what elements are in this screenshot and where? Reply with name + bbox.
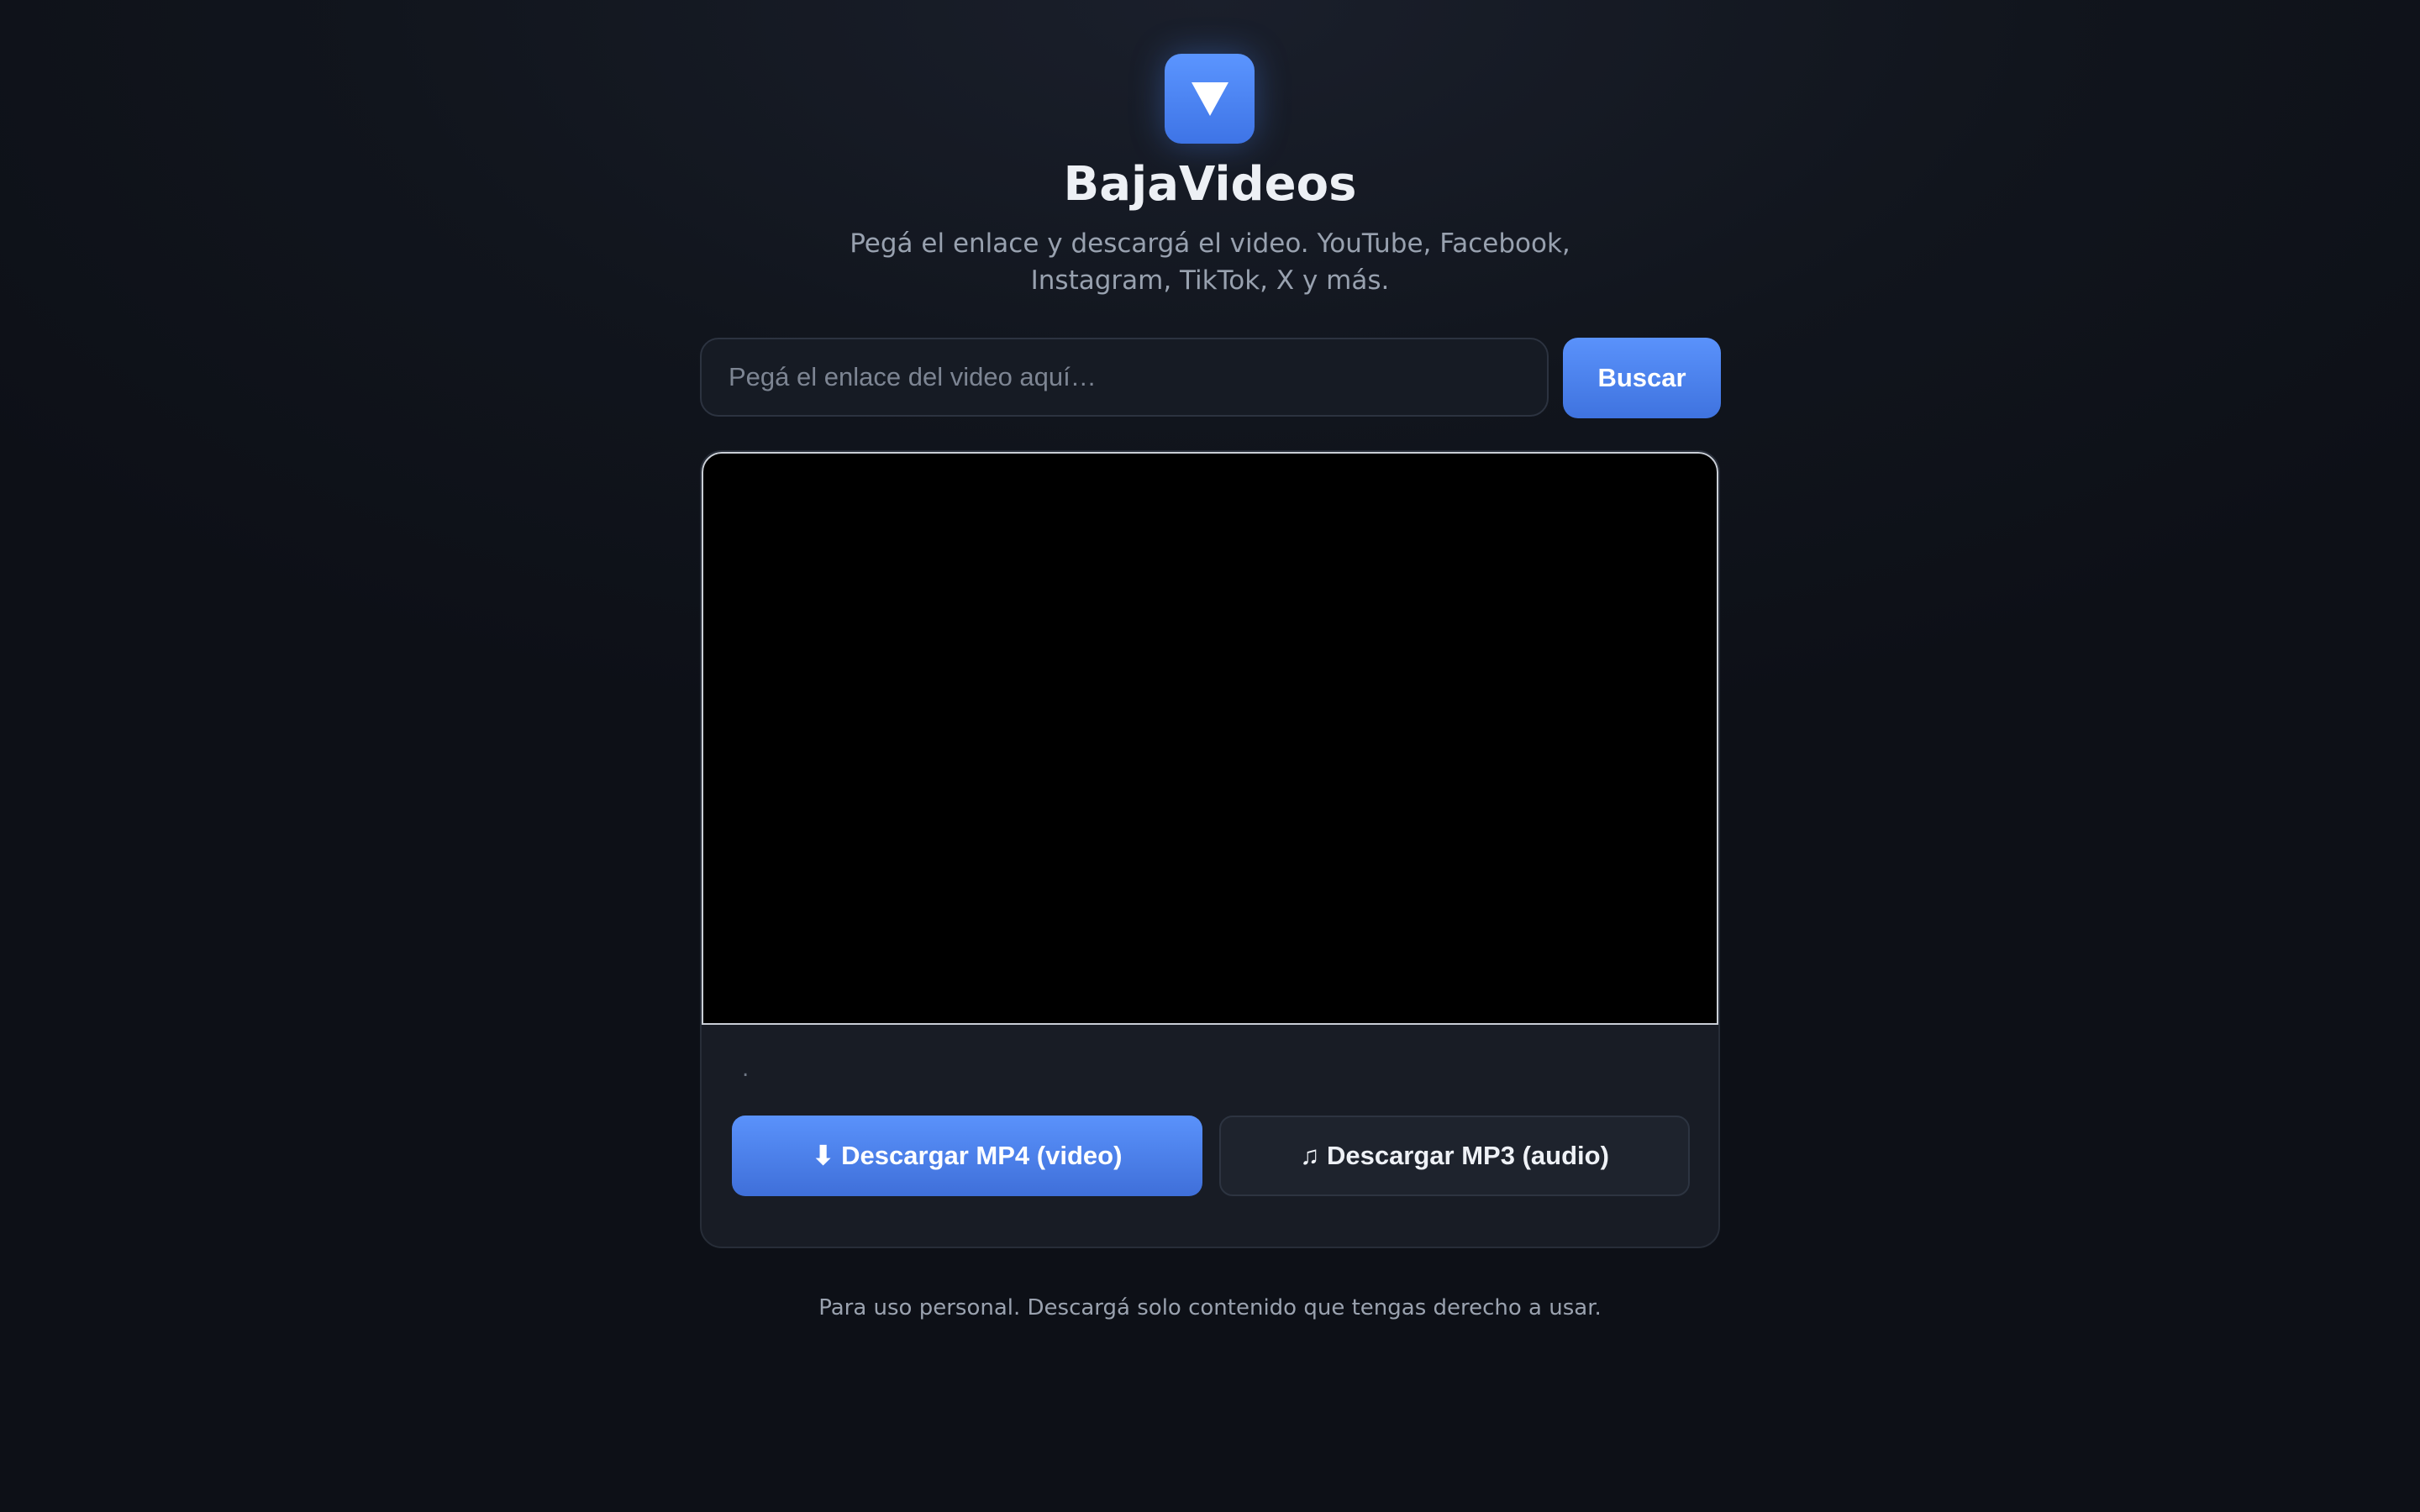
app-logo	[1165, 54, 1255, 144]
search-button[interactable]: Buscar	[1563, 338, 1721, 418]
app-title: BajaVideos	[1063, 157, 1357, 212]
app-subtitle: Pegá el enlace y descargá el video. YouT…	[850, 228, 1570, 296]
down-triangle-icon	[1191, 81, 1228, 116]
result-card: . ⬇ Descargar MP4 (video) ♫ Descargar MP…	[700, 450, 1720, 1248]
status-text: .	[742, 1057, 750, 1082]
video-url-input[interactable]	[700, 338, 1549, 417]
download-mp3-button[interactable]: ♫ Descargar MP3 (audio)	[1219, 1116, 1690, 1196]
video-player[interactable]	[702, 452, 1718, 1025]
footer-disclaimer: Para uso personal. Descargá solo conteni…	[818, 1295, 1602, 1320]
download-mp4-button[interactable]: ⬇ Descargar MP4 (video)	[732, 1116, 1202, 1196]
